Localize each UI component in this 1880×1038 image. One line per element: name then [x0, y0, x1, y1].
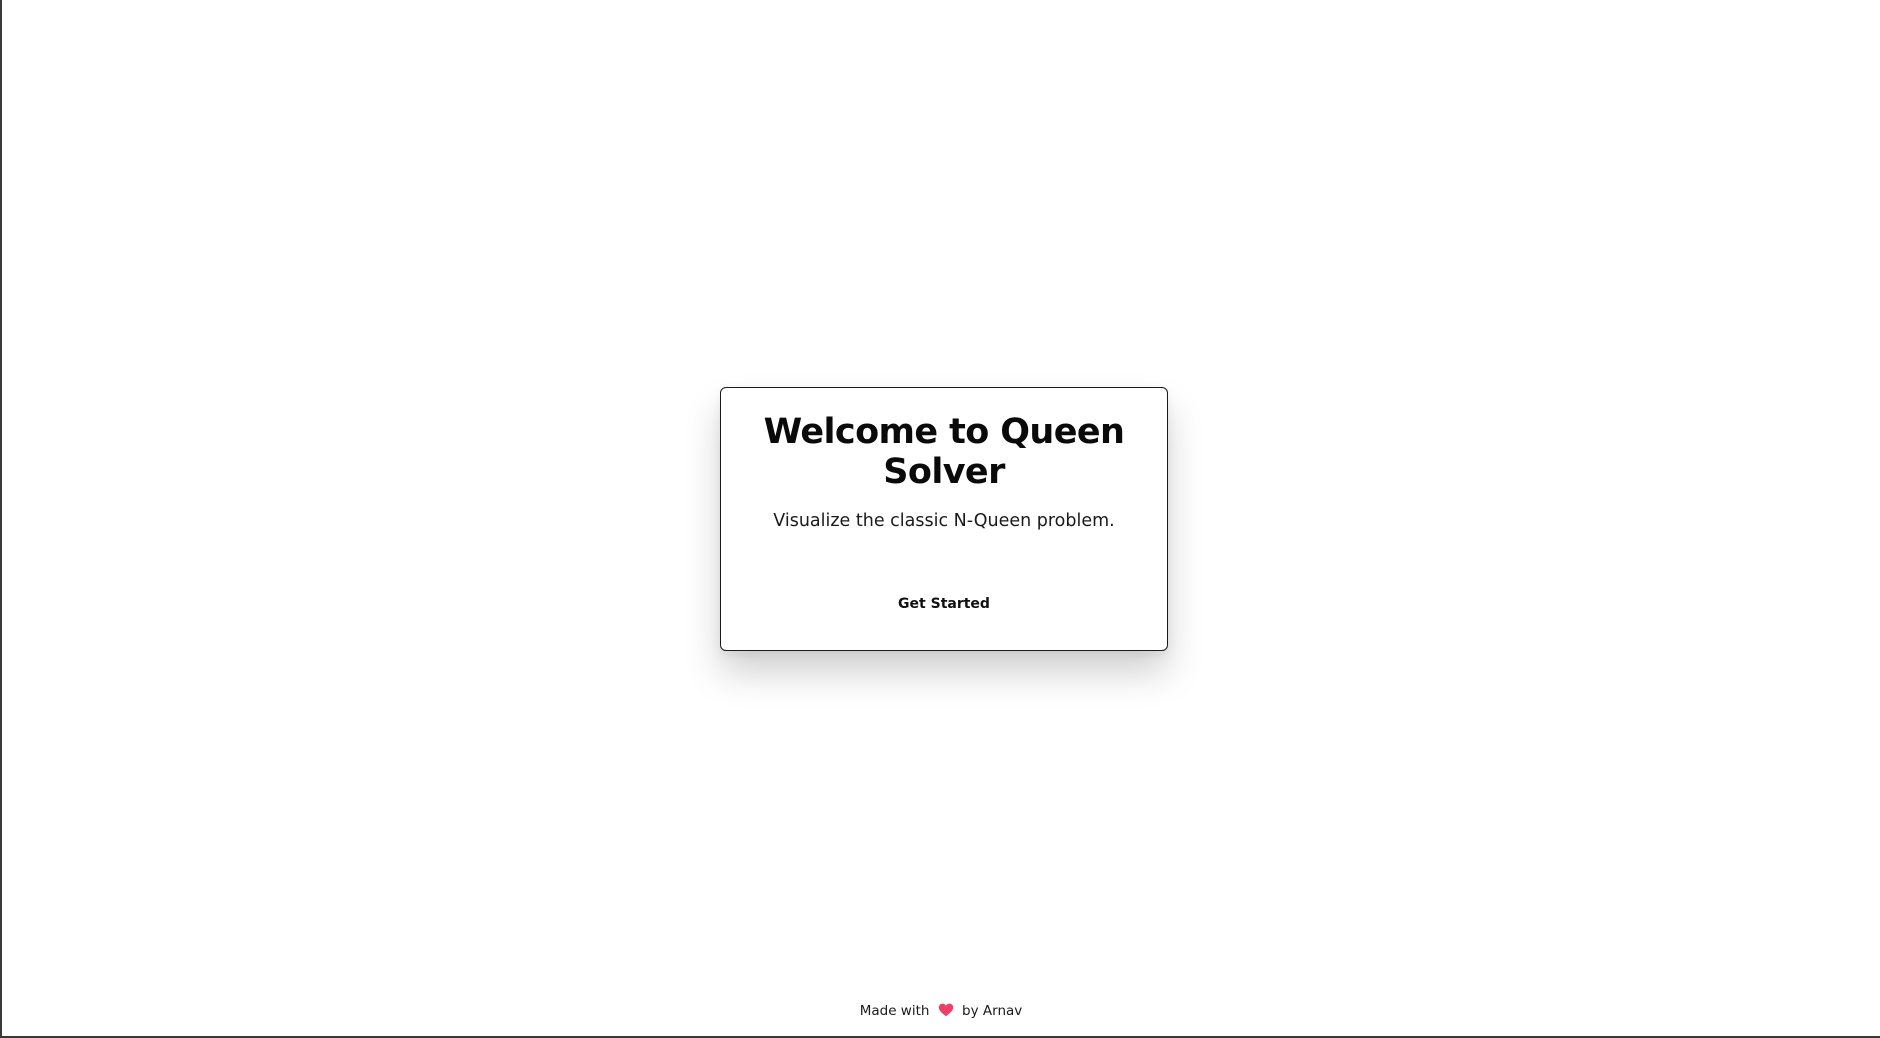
welcome-title: Welcome to Queen Solver	[763, 412, 1125, 492]
footer: Made with by Arnav	[2, 1001, 1880, 1021]
welcome-card: Welcome to Queen Solver Visualize the cl…	[720, 387, 1168, 651]
footer-suffix: by Arnav	[962, 1003, 1023, 1019]
get-started-button[interactable]: Get Started	[884, 590, 1004, 618]
welcome-subtitle: Visualize the classic N-Queen problem.	[773, 511, 1115, 531]
heart-icon	[938, 1003, 953, 1017]
page: Welcome to Queen Solver Visualize the cl…	[0, 0, 1880, 1038]
footer-prefix: Made with	[859, 1003, 930, 1019]
